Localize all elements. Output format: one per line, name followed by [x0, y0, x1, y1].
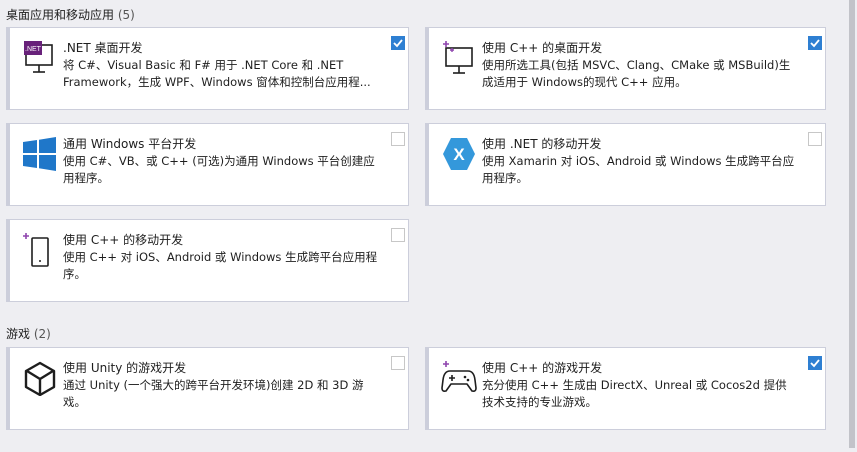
workload-description: 使用 Xamarin 对 iOS、Android 或 Windows 生成跨平台…: [482, 154, 795, 185]
workload-checkbox[interactable]: [391, 228, 405, 242]
workload-description: 将 C#、Visual Basic 和 F# 用于 .NET Core 和 .N…: [63, 58, 371, 89]
workload-checkbox[interactable]: [391, 356, 405, 370]
workload-checkbox[interactable]: [391, 132, 405, 146]
workload-checkbox[interactable]: [391, 36, 405, 50]
workload-card-cpp-mobile[interactable]: 使用 C++ 的移动开发 使用 C++ 对 iOS、Android 或 Wind…: [6, 219, 409, 302]
workload-card-dotnet-mobile[interactable]: X 使用 .NET 的移动开发 使用 Xamarin 对 iOS、Android…: [425, 123, 826, 206]
workload-title: 使用 .NET 的移动开发: [482, 137, 602, 151]
workload-description: 使用 C++ 对 iOS、Android 或 Windows 生成跨平台应用程序…: [63, 250, 378, 281]
scrollbar-thumb[interactable]: [849, 0, 855, 448]
section-title-games: 游戏 (2): [6, 327, 51, 341]
workload-card-unity[interactable]: 使用 Unity 的游戏开发 通过 Unity (一个强大的跨平台开发环境)创建…: [6, 347, 409, 430]
section-title-desktop-mobile: 桌面应用和移动应用 (5): [6, 8, 135, 22]
dotnet-desktop-icon: .NET: [22, 40, 58, 76]
workload-description: 使用 C#、VB、或 C++ (可选)为通用 Windows 平台创建应用程序。: [63, 154, 375, 185]
workload-title: 使用 C++ 的桌面开发: [482, 41, 603, 55]
svg-text:.NET: .NET: [25, 46, 42, 53]
workload-description: 充分使用 C++ 生成由 DirectX、Unreal 或 Cocos2d 提供…: [482, 378, 787, 409]
workload-card-cpp-desktop[interactable]: 使用 C++ 的桌面开发 使用所选工具(包括 MSVC、Clang、CMake …: [425, 27, 826, 110]
workload-description: 使用所选工具(包括 MSVC、Clang、CMake 或 MSBuild)生成适…: [482, 58, 791, 89]
workload-title: 使用 Unity 的游戏开发: [63, 361, 187, 375]
workload-title: 通用 Windows 平台开发: [63, 137, 197, 151]
unity-icon: [22, 360, 58, 397]
svg-text:X: X: [453, 145, 465, 164]
cpp-mobile-icon: [22, 232, 58, 268]
workload-title: .NET 桌面开发: [63, 41, 143, 55]
xamarin-icon: X: [441, 136, 477, 172]
workload-checkbox[interactable]: [808, 132, 822, 146]
gamepad-icon: [441, 360, 477, 396]
workload-title: 使用 C++ 的移动开发: [63, 233, 184, 247]
vertical-scrollbar[interactable]: [847, 0, 857, 452]
cpp-desktop-icon: [441, 40, 477, 76]
workload-checkbox[interactable]: [808, 356, 822, 370]
workload-description: 通过 Unity (一个强大的跨平台开发环境)创建 2D 和 3D 游戏。: [63, 378, 364, 409]
workload-card-dotnet-desktop[interactable]: .NET .NET 桌面开发 将 C#、Visual Basic 和 F# 用于…: [6, 27, 409, 110]
windows-logo-icon: [22, 136, 58, 172]
workload-card-uwp[interactable]: 通用 Windows 平台开发 使用 C#、VB、或 C++ (可选)为通用 W…: [6, 123, 409, 206]
workload-card-cpp-games[interactable]: 使用 C++ 的游戏开发 充分使用 C++ 生成由 DirectX、Unreal…: [425, 347, 826, 430]
workload-checkbox[interactable]: [808, 36, 822, 50]
workload-title: 使用 C++ 的游戏开发: [482, 361, 603, 375]
